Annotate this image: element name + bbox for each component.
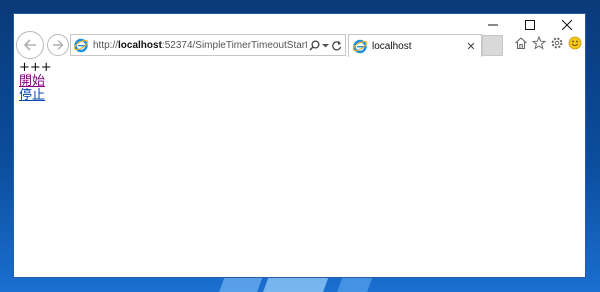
gear-icon[interactable] xyxy=(550,36,564,50)
maximize-button[interactable] xyxy=(511,14,548,36)
close-icon xyxy=(561,20,572,30)
forward-arrow-icon xyxy=(53,40,64,50)
maximize-icon xyxy=(524,20,535,30)
ie-logo-icon xyxy=(352,38,368,54)
star-icon[interactable] xyxy=(532,36,546,50)
back-arrow-icon xyxy=(23,39,36,51)
tab-title: localhost xyxy=(372,40,412,52)
refresh-icon[interactable] xyxy=(331,40,342,51)
desktop-light-streak xyxy=(337,276,373,292)
minimize-button[interactable] xyxy=(474,14,511,36)
window-caption-buttons xyxy=(474,14,585,36)
desktop-light-streak xyxy=(219,276,263,292)
forward-button[interactable] xyxy=(47,34,69,56)
back-button[interactable] xyxy=(16,31,44,59)
smiley-icon[interactable] xyxy=(568,36,582,50)
new-tab-button[interactable] xyxy=(482,35,503,56)
minimize-icon xyxy=(487,24,498,26)
stop-link[interactable]: 停止 xyxy=(19,89,585,103)
ie-logo-icon xyxy=(73,37,89,53)
page-content: +++ 開始 停止 xyxy=(19,61,585,277)
close-icon[interactable]: ✕ xyxy=(464,40,478,53)
browser-window: http://localhost:52374/SimpleTimerTimeou… xyxy=(13,13,586,278)
url-text[interactable]: http://localhost:52374/SimpleTimerTimeou… xyxy=(93,40,307,51)
start-link[interactable]: 開始 xyxy=(19,75,585,89)
desktop-light-streak xyxy=(263,276,329,292)
chevron-down-icon[interactable] xyxy=(322,42,329,49)
page-text: +++ xyxy=(19,60,52,75)
address-bar[interactable]: http://localhost:52374/SimpleTimerTimeou… xyxy=(70,34,346,56)
home-icon[interactable] xyxy=(514,36,528,50)
search-icon[interactable] xyxy=(309,39,320,51)
tab-localhost[interactable]: localhost ✕ xyxy=(348,34,482,57)
close-window-button[interactable] xyxy=(548,14,585,36)
